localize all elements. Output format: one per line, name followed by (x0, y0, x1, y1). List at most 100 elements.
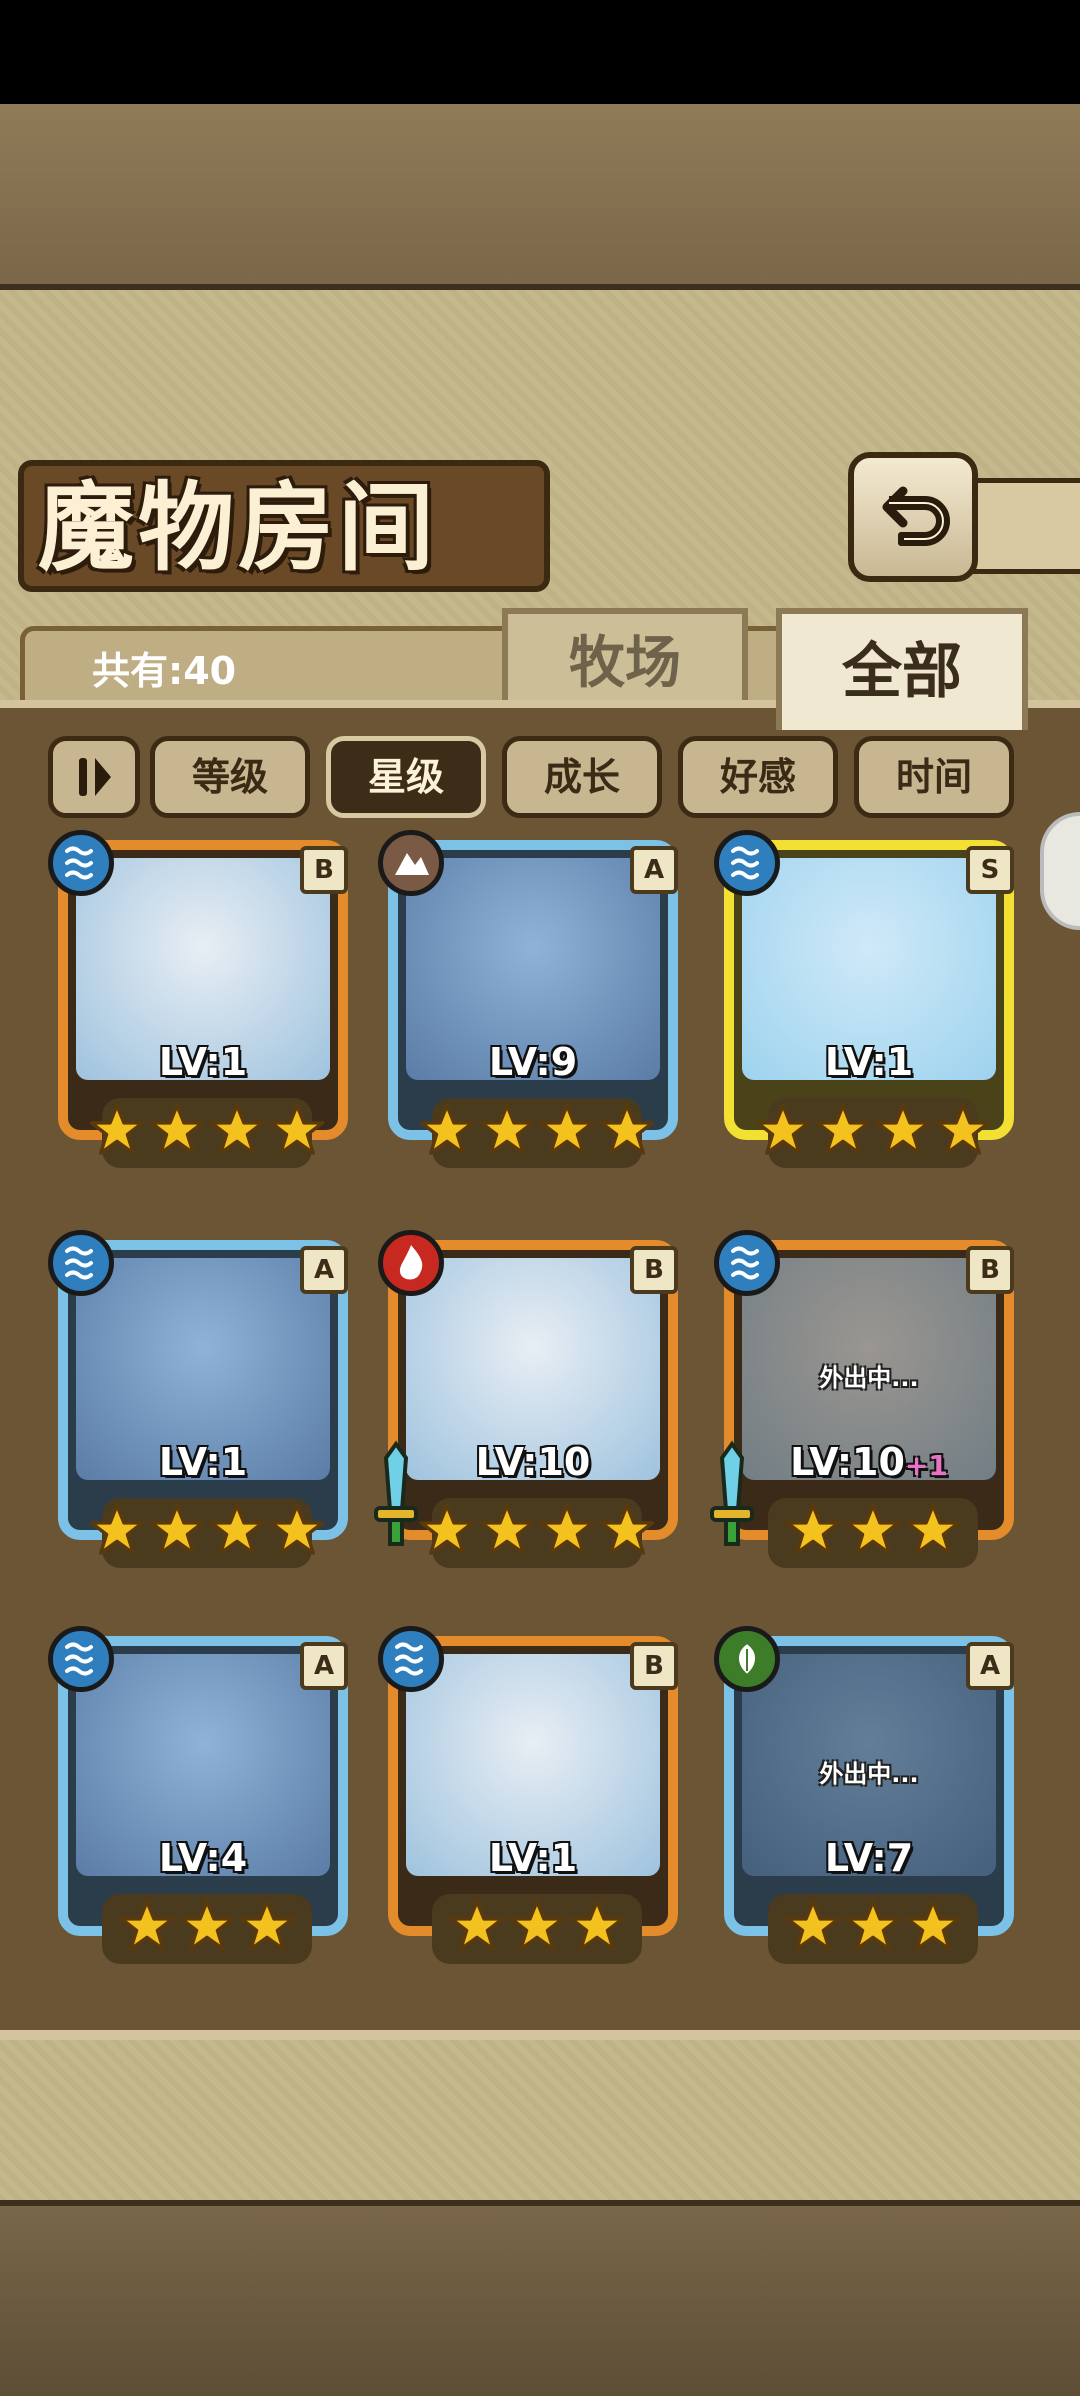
star-icon (268, 1102, 326, 1164)
monster-card[interactable]: LV:9 A (378, 830, 678, 1180)
star-icon (904, 1898, 962, 1960)
water-element-icon (378, 1626, 444, 1692)
sort-order-toggle[interactable] (48, 736, 140, 818)
level-text: LV:7 (824, 1836, 914, 1880)
monster-level: LV:4 (76, 1836, 330, 1880)
sword-icon (704, 1440, 760, 1554)
star-icon (268, 1502, 326, 1564)
star-rating (89, 1498, 325, 1568)
water-element-icon (48, 1230, 114, 1296)
star-icon (208, 1102, 266, 1164)
level-text: LV:10 (475, 1440, 591, 1484)
star-icon (178, 1898, 236, 1960)
star-icon (754, 1102, 812, 1164)
monster-card[interactable]: 外出中... LV:7 A (714, 1626, 1014, 1976)
monster-card[interactable]: LV:1 S (714, 830, 1014, 1180)
star-rating (89, 1098, 325, 1168)
rank-badge: B (630, 1642, 678, 1690)
rank-badge: A (300, 1246, 348, 1294)
monster-level: LV:1 (76, 1440, 330, 1484)
star-icon (478, 1102, 536, 1164)
star-icon (88, 1502, 146, 1564)
page-title: 魔物房间 (38, 472, 438, 584)
side-bubble[interactable] (1040, 812, 1080, 930)
rank-badge: B (966, 1246, 1014, 1294)
star-icon (118, 1898, 176, 1960)
status-bar (0, 0, 1080, 104)
monster-card[interactable]: LV:4 A (48, 1626, 348, 1976)
monster-level: LV:1 (406, 1836, 660, 1880)
monster-card[interactable]: LV:1 B (378, 1626, 678, 1976)
star-icon (814, 1102, 872, 1164)
star-icon (784, 1898, 842, 1960)
star-rating (432, 1894, 642, 1964)
monster-level: LV:7 (742, 1836, 996, 1880)
star-rating (419, 1498, 655, 1568)
monster-card[interactable]: LV:1 B (48, 830, 348, 1180)
earth-element-icon (378, 830, 444, 896)
water-element-icon (714, 830, 780, 896)
away-status: 外出中... (819, 1364, 919, 1392)
monster-count: 共有:40 (92, 649, 237, 693)
sort-star-button[interactable]: 星级 (326, 736, 486, 818)
star-icon (88, 1102, 146, 1164)
star-icon (904, 1502, 962, 1564)
water-element-icon (714, 1230, 780, 1296)
sort-time-button[interactable]: 时间 (854, 736, 1014, 818)
sort-affection-button[interactable]: 好感 (678, 736, 838, 818)
tab-ranch[interactable]: 牧场 (502, 608, 748, 714)
rank-badge: B (630, 1246, 678, 1294)
star-icon (874, 1102, 932, 1164)
sort-growth-button[interactable]: 成长 (502, 736, 662, 818)
star-icon (538, 1502, 596, 1564)
level-bonus: +1 (904, 1449, 948, 1482)
star-icon (418, 1502, 476, 1564)
sort-order-icon (79, 758, 111, 796)
star-icon (418, 1102, 476, 1164)
monster-level: LV:10 (406, 1440, 660, 1484)
level-text: LV:1 (488, 1836, 578, 1880)
rank-badge: A (966, 1642, 1014, 1690)
tab-all[interactable]: 全部 (776, 608, 1028, 730)
star-icon (448, 1898, 506, 1960)
star-icon (238, 1898, 296, 1960)
map-background-top (0, 104, 1080, 290)
monster-level: LV:1 (742, 1040, 996, 1084)
star-icon (208, 1502, 266, 1564)
rank-badge: A (300, 1642, 348, 1690)
monster-level: LV:1 (76, 1040, 330, 1084)
monster-level: LV:10+1 (742, 1440, 996, 1484)
star-icon (148, 1502, 206, 1564)
star-icon (568, 1898, 626, 1960)
level-text: LV:10 (790, 1440, 905, 1484)
back-button[interactable] (848, 452, 978, 582)
star-icon (538, 1102, 596, 1164)
star-rating (102, 1894, 312, 1964)
level-text: LV:4 (158, 1836, 248, 1880)
star-rating (755, 1098, 991, 1168)
sword-icon (368, 1440, 424, 1554)
monster-level: LV:9 (406, 1040, 660, 1084)
fire-element-icon (378, 1230, 444, 1296)
star-icon (598, 1502, 656, 1564)
away-status: 外出中... (819, 1760, 919, 1788)
level-text: LV:1 (158, 1440, 248, 1484)
monster-card[interactable]: 外出中... LV:10+1 B (710, 1230, 1014, 1580)
star-rating (768, 1498, 978, 1568)
star-rating (419, 1098, 655, 1168)
wood-element-icon (714, 1626, 780, 1692)
star-icon (598, 1102, 656, 1164)
star-rating (768, 1894, 978, 1964)
star-icon (508, 1898, 566, 1960)
rank-badge: S (966, 846, 1014, 894)
rank-badge: B (300, 846, 348, 894)
sort-level-button[interactable]: 等级 (150, 736, 310, 818)
back-rail (966, 478, 1080, 574)
rank-badge: A (630, 846, 678, 894)
monster-card[interactable]: LV:10 B (374, 1230, 678, 1580)
water-element-icon (48, 830, 114, 896)
back-arrow-icon (882, 486, 950, 546)
star-icon (784, 1502, 842, 1564)
monster-card[interactable]: LV:1 A (48, 1230, 348, 1580)
level-text: LV:9 (488, 1040, 578, 1084)
